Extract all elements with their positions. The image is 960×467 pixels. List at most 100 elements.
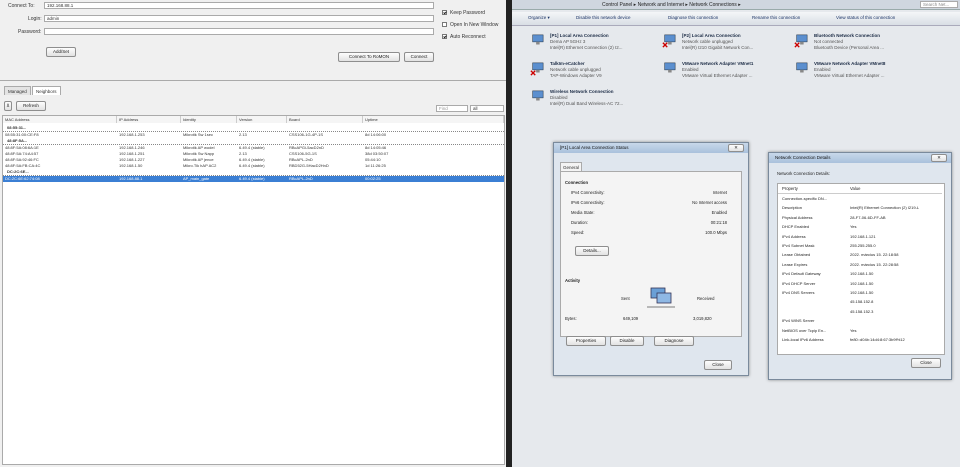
group-label: 48:8F:5A... (7, 138, 28, 143)
status-dialog-body: Connection IPv4 Connectivity: Internet IPv… (560, 171, 742, 337)
add-set-button[interactable]: Add/Set (46, 47, 76, 57)
open-new-window-checkbox[interactable] (442, 22, 447, 27)
status-close-button[interactable]: Close (704, 360, 732, 370)
detail-value: 192.168.1.50 (850, 280, 874, 286)
status-value: 00:21:18 (710, 220, 727, 225)
connection-item[interactable]: Bluetooth Network Connection Not connecte… (792, 32, 922, 56)
sent-label: Sent (621, 296, 630, 301)
connection-item[interactable]: TalkIm-eCatcher Network cable unplugged TA… (528, 60, 658, 84)
network-adapter-icon (532, 34, 544, 45)
table-row[interactable]: DC:2C:6E:62:74:08 192.168.88.1 AP_main_gat… (3, 176, 504, 182)
connection-device: TAP-Windows Adapter V9 (550, 73, 602, 78)
detail-property: Physical Address (782, 214, 813, 220)
find-input[interactable]: Find (436, 105, 468, 112)
col-identity[interactable]: Identity (181, 116, 237, 123)
disable-device-command[interactable]: Disable this network device (576, 15, 631, 20)
details-button[interactable]: Details... (575, 246, 609, 256)
organize-menu[interactable]: Organize ▾ (528, 15, 550, 21)
connection-item[interactable]: [P2] Local Area Connection Network cable … (660, 32, 790, 56)
status-dialog: [P1] Local Area Connection Status ✕ Gene… (553, 142, 749, 376)
cell-mac: DC:2C:6E:62:74:08 (5, 176, 40, 181)
details-close-button[interactable]: Close (911, 358, 941, 368)
tab-neighbors[interactable]: Neighbors (32, 86, 61, 95)
detail-value: Intel(R) Ethernet Connection (2) I219-L (850, 205, 920, 211)
connection-status: Dema AP 5GHz 3 (550, 39, 586, 44)
connection-item[interactable]: [P1] Local Area Connection Dema AP 5GHz 3… (528, 32, 658, 56)
connection-status: Network cable unplugged (682, 39, 733, 44)
details-dialog: Network Connection Details ✕ Network Con… (768, 152, 952, 380)
detail-property: IPv4 Address (782, 233, 806, 239)
group-label: 08:55:31... (7, 125, 27, 130)
activity-header: Activity (565, 278, 581, 283)
bytes-label: Bytes: (565, 316, 577, 321)
network-connections-window: Control Panel ▸ Network and Internet ▸ N… (512, 0, 960, 467)
group-header[interactable]: DC:2C:6E... (3, 169, 504, 176)
col-mac[interactable]: MAC Address (3, 116, 117, 123)
cell-identity: AP_main_gate (183, 176, 210, 181)
connection-name: VMware Network Adapter VMnet1 (682, 61, 754, 66)
connect-romon-button[interactable]: Connect To RoMON (338, 52, 400, 62)
connection-name: TalkIm-eCatcher (550, 61, 585, 66)
filter-select[interactable]: all (470, 105, 504, 112)
col-uptime[interactable]: Uptime (363, 116, 504, 123)
detail-property: Link-local IPv6 Address (782, 337, 824, 342)
auto-reconnect-label: Auto Reconnect (450, 34, 486, 40)
detail-property: DHCP Enabled (782, 224, 810, 230)
details-close-icon[interactable]: ✕ (931, 154, 947, 162)
detail-value: 45.158.152.8 (850, 299, 874, 305)
connection-name: [P1] Local Area Connection (550, 33, 609, 38)
rename-command[interactable]: Rename this connection (752, 15, 800, 20)
password-input[interactable] (44, 28, 434, 35)
connect-to-input[interactable]: 192.168.88.1 (44, 2, 434, 9)
status-value: 100.0 Mbps (705, 230, 727, 235)
connection-item[interactable]: Wireless Network Connection Disabled Intel… (528, 88, 658, 112)
col-value: Value (850, 186, 861, 191)
cell-board: RBcAPL-2nD (289, 176, 313, 181)
detail-property: IPv4 WINS Server (782, 318, 815, 324)
keep-password-checkbox[interactable] (442, 10, 447, 15)
detail-value: 45.158.152.3 (850, 308, 874, 314)
details-dialog-title: Network Connection Details (769, 153, 951, 163)
detail-property: IPv4 DHCP Server (782, 280, 816, 286)
detail-value: 192.168.1.50 (850, 271, 874, 277)
filter-button[interactable]: ⊻ (4, 101, 12, 111)
diagnose-command[interactable]: Diagnose this connection (668, 15, 718, 20)
detail-value: Yes (850, 327, 857, 333)
tab-managed[interactable]: Managed (4, 86, 31, 95)
network-adapter-icon (532, 90, 544, 101)
view-status-command[interactable]: View status of this connection (836, 15, 895, 20)
connection-device: Intel(R) I210 Gigabit Network Con... (682, 45, 754, 50)
status-close-icon[interactable]: ✕ (728, 144, 744, 152)
status-dialog-title: [P1] Local Area Connection Status (554, 143, 748, 153)
network-adapter-icon (662, 34, 676, 48)
connection-name: Wireless Network Connection (550, 89, 614, 94)
status-value: No Internet access (692, 200, 727, 205)
detail-value: 255.255.255.0 (850, 243, 876, 248)
login-input[interactable]: admin (44, 15, 434, 22)
status-key: Speed: (571, 230, 585, 235)
detail-property: IPv4 Subnet Mask (782, 243, 815, 248)
detail-property: IPv4 Default Gateway (782, 271, 821, 277)
connection-item[interactable]: VMware Network Adapter VMnet1 Enabled VMwa… (660, 60, 790, 84)
col-board[interactable]: Board (287, 116, 363, 123)
refresh-button[interactable]: Refresh (16, 101, 46, 111)
tab-general[interactable]: General (560, 162, 582, 171)
col-ip[interactable]: IP Address (117, 116, 181, 123)
col-version[interactable]: Version (237, 116, 287, 123)
connect-to-label: Connect To: (8, 3, 35, 9)
detail-property: Lease Expires (782, 261, 808, 267)
address-bar[interactable]: Control Panel ▸ Network and Internet ▸ N… (512, 0, 960, 10)
diagnose-button[interactable]: Diagnose (654, 336, 694, 346)
header-divider (778, 193, 942, 194)
disable-button[interactable]: Disable (610, 336, 644, 346)
auto-reconnect-checkbox[interactable] (442, 34, 447, 39)
bytes-sent: 649,109 (623, 316, 639, 321)
search-input[interactable]: Search Net... (920, 1, 958, 8)
status-key: Media State: (571, 210, 595, 215)
group-header[interactable]: 48:8F:5A... (3, 138, 504, 145)
connection-status: Disabled (550, 95, 568, 100)
connect-button[interactable]: Connect (404, 52, 434, 62)
properties-button[interactable]: Properties (566, 336, 606, 346)
connection-item[interactable]: VMware Network Adapter VMnet8 Enabled VMwa… (792, 60, 922, 84)
group-header[interactable]: 08:55:31... (3, 125, 504, 132)
